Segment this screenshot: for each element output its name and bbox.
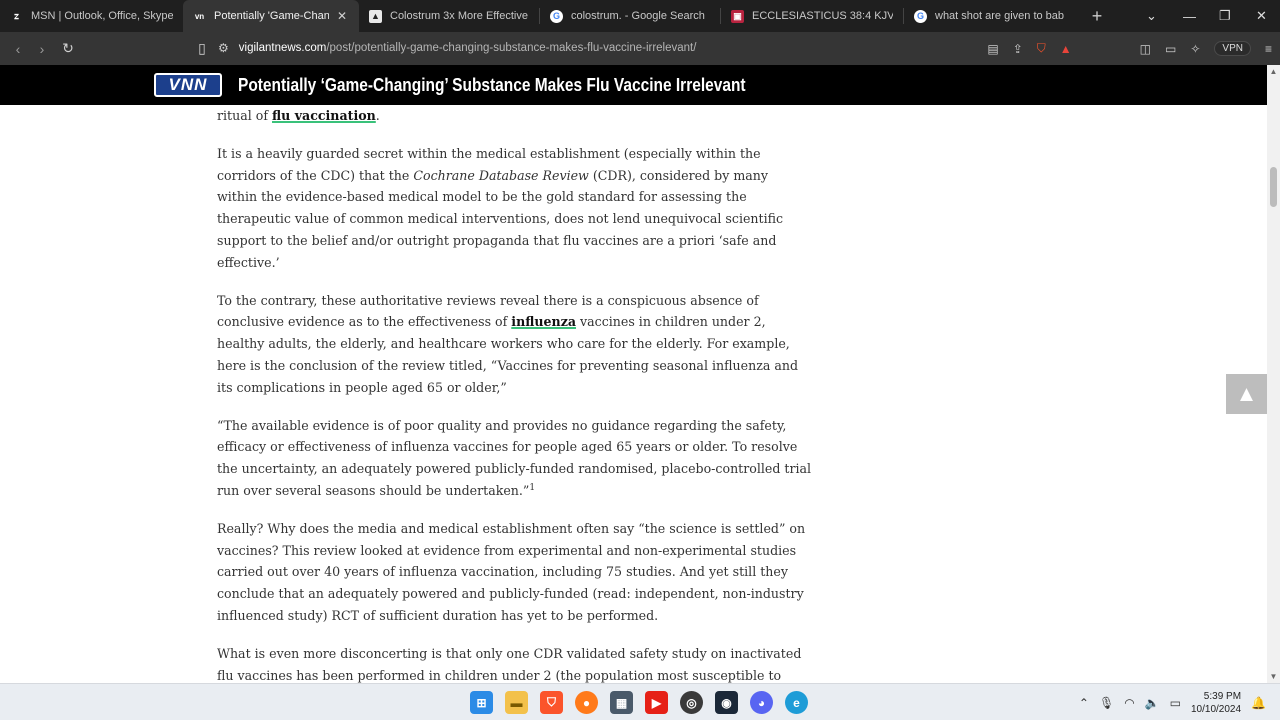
- tab-title: Colostrum 3x More Effective Than: [390, 10, 529, 22]
- time: 5:39 PM: [1203, 690, 1242, 702]
- quote-paragraph: “The available evidence is of poor quali…: [217, 415, 812, 502]
- tab-title: Potentially 'Game-Changing': [214, 10, 329, 22]
- sidebar-icon[interactable]: ◫: [1140, 42, 1151, 56]
- address-bar[interactable]: ⚙ vigilantnews.com/post/potentially-game…: [218, 36, 1058, 60]
- forward-icon[interactable]: ›: [30, 41, 54, 57]
- tab-strip: 𝗓 MSN | Outlook, Office, Skype, Bing vn …: [0, 0, 1280, 32]
- text: Really? Why does the media and medical e…: [217, 520, 806, 623]
- back-icon[interactable]: ‹: [6, 41, 30, 57]
- paragraph: To the contrary, these authoritative rev…: [217, 290, 812, 399]
- notification-bell-icon[interactable]: 🔔: [1251, 696, 1266, 710]
- text: “The available evidence is of poor quali…: [217, 417, 812, 498]
- vnn-icon: vn: [194, 11, 205, 21]
- site-header: VNN Potentially ‘Game-Changing’ Substanc…: [0, 65, 1267, 105]
- page-title: Potentially ‘Game-Changing’ Substance Ma…: [238, 75, 746, 95]
- chevron-up-icon: ▲: [1235, 381, 1258, 406]
- article-body: ritual of flu vaccination. It is a heavi…: [217, 105, 812, 683]
- back-to-top-button[interactable]: ▲: [1226, 374, 1267, 414]
- file-explorer-icon[interactable]: ▬: [505, 691, 528, 714]
- clock[interactable]: 5:39 PM 10/10/2024: [1191, 690, 1241, 716]
- wifi-icon[interactable]: ◠: [1124, 696, 1134, 710]
- discord-icon[interactable]: ◕: [750, 691, 773, 714]
- footnote-ref[interactable]: 1: [529, 483, 535, 493]
- tab-msn[interactable]: 𝗓 MSN | Outlook, Office, Skype, Bing: [0, 0, 183, 32]
- new-tab-icon[interactable]: +: [1082, 6, 1112, 27]
- bible-icon: ▣: [731, 9, 744, 23]
- steam-icon[interactable]: ◉: [715, 691, 738, 714]
- link-flu-vaccination[interactable]: flu vaccination: [272, 108, 376, 123]
- taskbar-apps: ⊞ ▬ ⛉ ● ▦ ▶ ◎ ◉ ◕ e: [470, 684, 808, 721]
- link-influenza[interactable]: influenza: [511, 314, 576, 329]
- brave-browser-icon[interactable]: ⛉: [540, 691, 563, 714]
- share-icon[interactable]: ⇪: [1013, 42, 1023, 56]
- tab-title: MSN | Outlook, Office, Skype, Bing: [31, 10, 173, 22]
- page-content: ritual of flu vaccination. It is a heavi…: [0, 105, 1267, 683]
- close-window-icon[interactable]: ✕: [1256, 0, 1267, 32]
- system-tray: ⌃ 🎙 ◠ 🔈 ▭ 5:39 PM 10/10/2024 🔔: [1079, 684, 1266, 721]
- paragraph: It is a heavily guarded secret within th…: [217, 143, 812, 274]
- wallet-icon[interactable]: ▭: [1165, 42, 1176, 56]
- paragraph: ritual of flu vaccination.: [217, 105, 812, 127]
- taskbar: ⊞ ▬ ⛉ ● ▦ ▶ ◎ ◉ ◕ e ⌃ 🎙 ◠ 🔈 ▭ 5:39 PM 10…: [0, 683, 1280, 720]
- google-icon: G: [914, 9, 927, 23]
- paragraph: What is even more disconcerting is that …: [217, 643, 812, 683]
- text: .: [375, 108, 380, 123]
- date: 10/10/2024: [1190, 703, 1242, 715]
- menu-icon[interactable]: ≡: [1265, 42, 1272, 56]
- edge-icon[interactable]: e: [785, 691, 808, 714]
- tab-colostrum-article[interactable]: ▲ Colostrum 3x More Effective Than: [359, 0, 539, 32]
- brave-shields-icon[interactable]: ⛉: [1037, 41, 1046, 56]
- emphasis-text: Cochrane Database Review: [413, 167, 589, 183]
- tab-vigilant-news[interactable]: vn Potentially 'Game-Changing' ✕: [183, 0, 359, 32]
- page-icon: ▲: [369, 9, 382, 23]
- site-logo[interactable]: VNN: [154, 73, 222, 97]
- brave-rewards-icon[interactable]: ▲: [1060, 42, 1072, 56]
- url-path: /post/potentially-game-changing-substanc…: [326, 42, 697, 54]
- reader-mode-icon[interactable]: ▤: [987, 42, 998, 56]
- maximize-icon[interactable]: ❐: [1219, 0, 1231, 32]
- tab-title: what shot are given to babies wh: [935, 10, 1064, 22]
- scroll-down-icon[interactable]: ▼: [1267, 672, 1280, 681]
- scroll-up-icon[interactable]: ▲: [1267, 67, 1280, 76]
- scrollbar-thumb[interactable]: [1270, 167, 1277, 207]
- google-icon: G: [550, 9, 563, 23]
- navigation-bar: ‹ › ↻ ▯ ⚙ vigilantnews.com/post/potentia…: [0, 32, 1280, 65]
- site-info-icon[interactable]: ⚙: [218, 41, 229, 55]
- logo-text: VNN: [168, 75, 208, 94]
- msn-icon: 𝗓: [14, 10, 19, 21]
- text: ritual of: [217, 108, 273, 123]
- firefox-icon[interactable]: ●: [575, 691, 598, 714]
- vpn-button[interactable]: VPN: [1214, 41, 1251, 56]
- tab-title: colostrum. - Google Search: [571, 10, 705, 22]
- close-tab-icon[interactable]: ✕: [335, 9, 349, 23]
- tab-title: ECCLESIASTICUS 38:4 KJV "The Lo: [752, 10, 893, 22]
- volume-icon[interactable]: 🔈: [1145, 696, 1160, 710]
- paragraph: Really? Why does the media and medical e…: [217, 518, 812, 627]
- app-icon[interactable]: ◎: [680, 691, 703, 714]
- tab-ecclesiasticus[interactable]: ▣ ECCLESIASTICUS 38:4 KJV "The Lo: [721, 0, 903, 32]
- microphone-icon[interactable]: 🎙: [1099, 696, 1114, 710]
- text: What is even more disconcerting is that …: [217, 645, 802, 683]
- leo-ai-icon[interactable]: ✧: [1190, 42, 1200, 56]
- battery-icon[interactable]: ▭: [1170, 696, 1181, 710]
- reload-icon[interactable]: ↻: [56, 40, 80, 57]
- tab-google-search[interactable]: G colostrum. - Google Search: [540, 0, 720, 32]
- tab-google-babies[interactable]: G what shot are given to babies wh: [904, 0, 1074, 32]
- minimize-icon[interactable]: —: [1183, 0, 1196, 32]
- scrollbar[interactable]: ▲ ▼: [1267, 65, 1280, 683]
- youtube-icon[interactable]: ▶: [645, 691, 668, 714]
- url-host: vigilantnews.com: [238, 42, 327, 54]
- store-icon[interactable]: ▦: [610, 691, 633, 714]
- vpn-label: VPN: [1222, 43, 1243, 54]
- toolbar-right: ▤ ⇪ ⛉ ▲ ◫ ▭ ✧ VPN ≡: [987, 32, 1272, 65]
- windows-start-icon[interactable]: ⊞: [470, 691, 493, 714]
- tab-search-icon[interactable]: ⌄: [1146, 0, 1157, 32]
- chevron-up-icon[interactable]: ⌃: [1079, 696, 1089, 710]
- bookmark-icon[interactable]: ▯: [190, 40, 214, 57]
